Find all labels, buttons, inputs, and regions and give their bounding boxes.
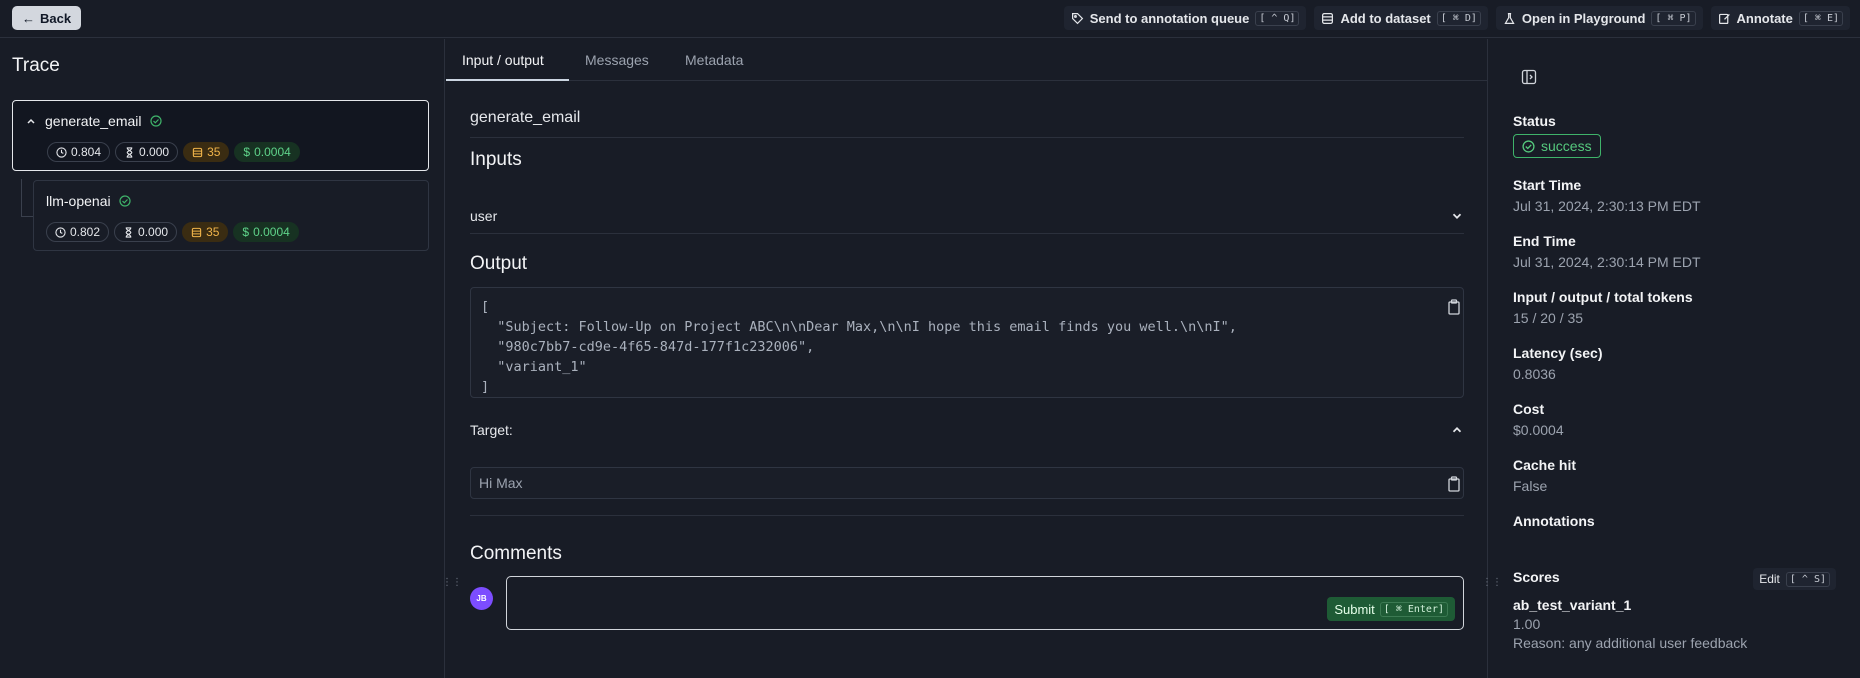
clock-icon <box>56 146 67 158</box>
check-circle-icon <box>149 115 162 127</box>
tab-bar: Input / output Messages Metadata <box>446 39 1488 81</box>
target-value-box: Hi Max <box>470 467 1464 499</box>
cost-pill: $ 0.0004 <box>233 222 299 242</box>
back-label: Back <box>40 10 72 26</box>
target-value: Hi Max <box>479 475 523 491</box>
top-bar: ← Back Send to annotation queue [ ^ Q] A… <box>0 0 1860 38</box>
tab-messages[interactable]: Messages <box>585 52 649 68</box>
divider <box>470 515 1464 516</box>
run-detail-panel: Input / output Messages Metadata generat… <box>442 39 1502 678</box>
run-metadata-panel: Status success Start Time Jul 31, 2024, … <box>1489 39 1860 678</box>
annotations-heading: Annotations <box>1513 513 1595 529</box>
shortcut-hint: [ ^ Q] <box>1255 10 1300 26</box>
output-code-block: [ "Subject: Follow-Up on Project ABC\n\n… <box>470 287 1464 398</box>
tag-icon <box>1071 12 1083 24</box>
database-icon <box>1322 12 1334 24</box>
status-badge: success <box>1513 134 1601 158</box>
check-circle-icon <box>1522 139 1535 153</box>
divider <box>470 233 1464 234</box>
inputs-heading: Inputs <box>470 149 522 170</box>
divider <box>470 137 1464 138</box>
check-circle-icon <box>118 195 131 207</box>
hourglass-icon <box>126 146 133 158</box>
trace-node-generate-email[interactable]: generate_email 0.804 0.000 35 $ 0.0004 <box>12 100 429 171</box>
output-heading: Output <box>470 253 528 274</box>
tree-connector <box>21 179 33 217</box>
dollar-icon: $ <box>243 145 251 159</box>
run-name: generate_email <box>470 109 581 126</box>
chevron-up-icon[interactable] <box>25 115 37 127</box>
latency-field: Latency (sec) 0.8036 <box>1513 345 1603 382</box>
scores-heading: Scores <box>1513 569 1560 585</box>
tokens-field: Input / output / total tokens 15 / 20 / … <box>1513 289 1693 326</box>
edit-scores-button[interactable]: Edit [ ^ S] <box>1753 568 1836 590</box>
cost-pill: $ 0.0004 <box>234 142 300 162</box>
target-row[interactable]: Target: <box>470 422 1464 438</box>
database-icon <box>191 227 202 237</box>
action-bar: Send to annotation queue [ ^ Q] Add to d… <box>1063 6 1850 30</box>
add-to-dataset-button[interactable]: Add to dataset [ ⌘ D] <box>1314 6 1488 30</box>
start-time-field: Start Time Jul 31, 2024, 2:30:13 PM EDT <box>1513 177 1701 214</box>
submit-button[interactable]: Submit [ ⌘ Enter] <box>1327 597 1455 621</box>
chevron-up-icon[interactable] <box>1450 423 1464 437</box>
clipboard-icon[interactable] <box>1447 476 1461 492</box>
back-button[interactable]: ← Back <box>12 6 82 30</box>
trace-title: Trace <box>12 55 60 76</box>
comment-input[interactable]: Submit [ ⌘ Enter] <box>506 576 1464 630</box>
ttft-pill: 0.000 <box>114 222 178 242</box>
resize-handle-left[interactable]: ⋮⋮ <box>442 578 462 594</box>
avatar: JB <box>470 587 493 610</box>
tokens-pill: 35 <box>183 142 230 162</box>
trace-panel: Trace generate_email 0.804 0.000 35 $ 0.… <box>0 39 445 678</box>
active-tab-indicator <box>446 79 569 81</box>
dollar-icon: $ <box>242 225 250 239</box>
shortcut-hint: [ ^ S] <box>1785 571 1830 587</box>
input-user-row[interactable]: user <box>470 200 1464 232</box>
sidebar-toggle-icon[interactable] <box>1521 69 1537 85</box>
target-label: Target: <box>470 422 513 438</box>
shortcut-hint: [ ⌘ D] <box>1436 10 1481 26</box>
edit-icon <box>1718 13 1730 24</box>
hourglass-icon <box>125 226 132 238</box>
latency-pill: 0.802 <box>46 222 110 242</box>
node-name: generate_email <box>45 113 142 129</box>
cache-hit-field: Cache hit False <box>1513 457 1577 494</box>
shortcut-hint: [ ⌘ Enter] <box>1379 601 1448 617</box>
chevron-down-icon[interactable] <box>1450 209 1464 223</box>
shortcut-hint: [ ⌘ P] <box>1651 10 1696 26</box>
score-item: ab_test_variant_1 1.00 Reason: any addit… <box>1513 597 1748 651</box>
tab-input-output[interactable]: Input / output <box>462 52 544 68</box>
flask-icon <box>1504 12 1515 24</box>
user-label: user <box>470 208 498 224</box>
cost-field: Cost $0.0004 <box>1513 401 1564 438</box>
status-field: Status success <box>1513 113 1601 158</box>
trace-node-llm-openai[interactable]: llm-openai 0.802 0.000 35 $ 0.0004 <box>33 180 429 251</box>
node-name: llm-openai <box>46 193 111 209</box>
annotate-button[interactable]: Annotate [ ⌘ E] <box>1710 6 1850 30</box>
clipboard-icon[interactable] <box>1447 299 1461 315</box>
clock-icon <box>55 226 66 238</box>
tokens-pill: 35 <box>182 222 229 242</box>
comments-heading: Comments <box>470 543 562 564</box>
latency-pill: 0.804 <box>47 142 111 162</box>
shortcut-hint: [ ⌘ E] <box>1798 10 1843 26</box>
database-icon <box>192 147 203 157</box>
arrow-left-icon: ← <box>22 10 35 26</box>
send-to-annotation-queue-button[interactable]: Send to annotation queue [ ^ Q] <box>1063 6 1307 30</box>
tab-metadata[interactable]: Metadata <box>685 52 743 68</box>
open-in-playground-button[interactable]: Open in Playground [ ⌘ P] <box>1495 6 1703 30</box>
ttft-pill: 0.000 <box>115 142 179 162</box>
end-time-field: End Time Jul 31, 2024, 2:30:14 PM EDT <box>1513 233 1701 270</box>
